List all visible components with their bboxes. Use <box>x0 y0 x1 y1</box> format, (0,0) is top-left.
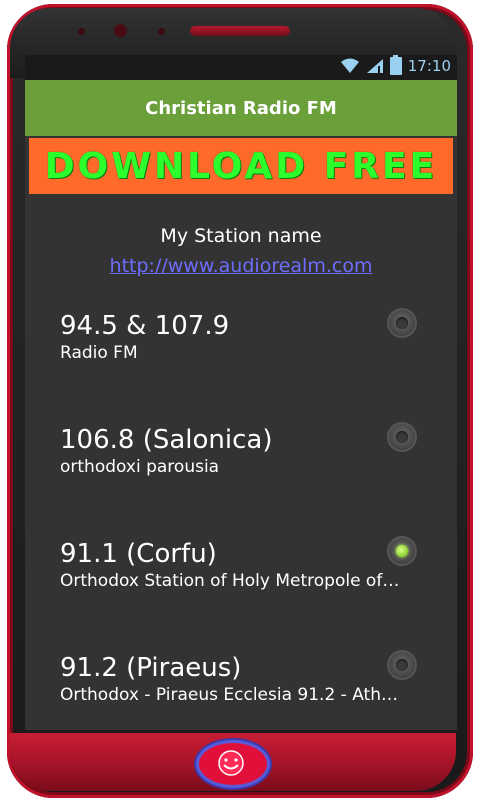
station-item[interactable]: 91.1 (Corfu) Orthodox Station of Holy Me… <box>25 533 457 633</box>
station-radio-button[interactable] <box>387 422 417 452</box>
station-frequency: 91.1 (Corfu) <box>60 539 217 569</box>
wifi-icon <box>340 58 359 73</box>
station-frequency: 91.2 (Piraeus) <box>60 653 242 683</box>
app-title-bar: Christian Radio FM <box>25 80 457 136</box>
station-radio-button[interactable] <box>387 650 417 680</box>
sensor-dot <box>78 28 85 35</box>
front-camera <box>114 24 127 37</box>
station-description: orthodoxi parousia <box>60 457 220 477</box>
station-radio-button[interactable] <box>387 308 417 338</box>
app-screen: Christian Radio FM DOWNLOAD FREE My Stat… <box>25 80 457 730</box>
signal-icon <box>366 59 383 73</box>
download-banner[interactable]: DOWNLOAD FREE <box>29 138 453 194</box>
station-link[interactable]: http://www.audiorealm.com <box>110 255 373 277</box>
download-banner-text: DOWNLOAD FREE <box>44 145 438 187</box>
station-frequency: 106.8 (Salonica) <box>60 425 273 455</box>
home-smiley-icon <box>218 750 244 776</box>
earpiece-speaker <box>190 26 290 36</box>
station-item[interactable]: 106.8 (Salonica) orthodoxi parousia <box>25 419 457 519</box>
sensor-dot <box>158 28 165 35</box>
app-title: Christian Radio FM <box>145 97 337 119</box>
station-item[interactable]: 94.5 & 107.9 Radio FM <box>25 305 457 405</box>
station-name: My Station name <box>160 225 322 247</box>
station-description: Orthodox - Piraeus Ecclesia 91.2 - Ath… <box>60 685 398 705</box>
status-bar: 17:10 <box>25 55 457 80</box>
station-radio-button-selected[interactable] <box>387 536 417 566</box>
status-time: 17:10 <box>407 57 451 75</box>
station-link-container: http://www.audiorealm.com <box>25 255 457 277</box>
station-description: Orthodox Station of Holy Metropole of… <box>60 571 400 591</box>
station-description: Radio FM <box>60 343 138 363</box>
station-item[interactable]: 91.2 (Piraeus) Orthodox - Piraeus Eccles… <box>25 647 457 730</box>
battery-icon <box>389 55 402 75</box>
station-frequency: 94.5 & 107.9 <box>60 311 230 341</box>
home-button[interactable] <box>196 740 270 788</box>
